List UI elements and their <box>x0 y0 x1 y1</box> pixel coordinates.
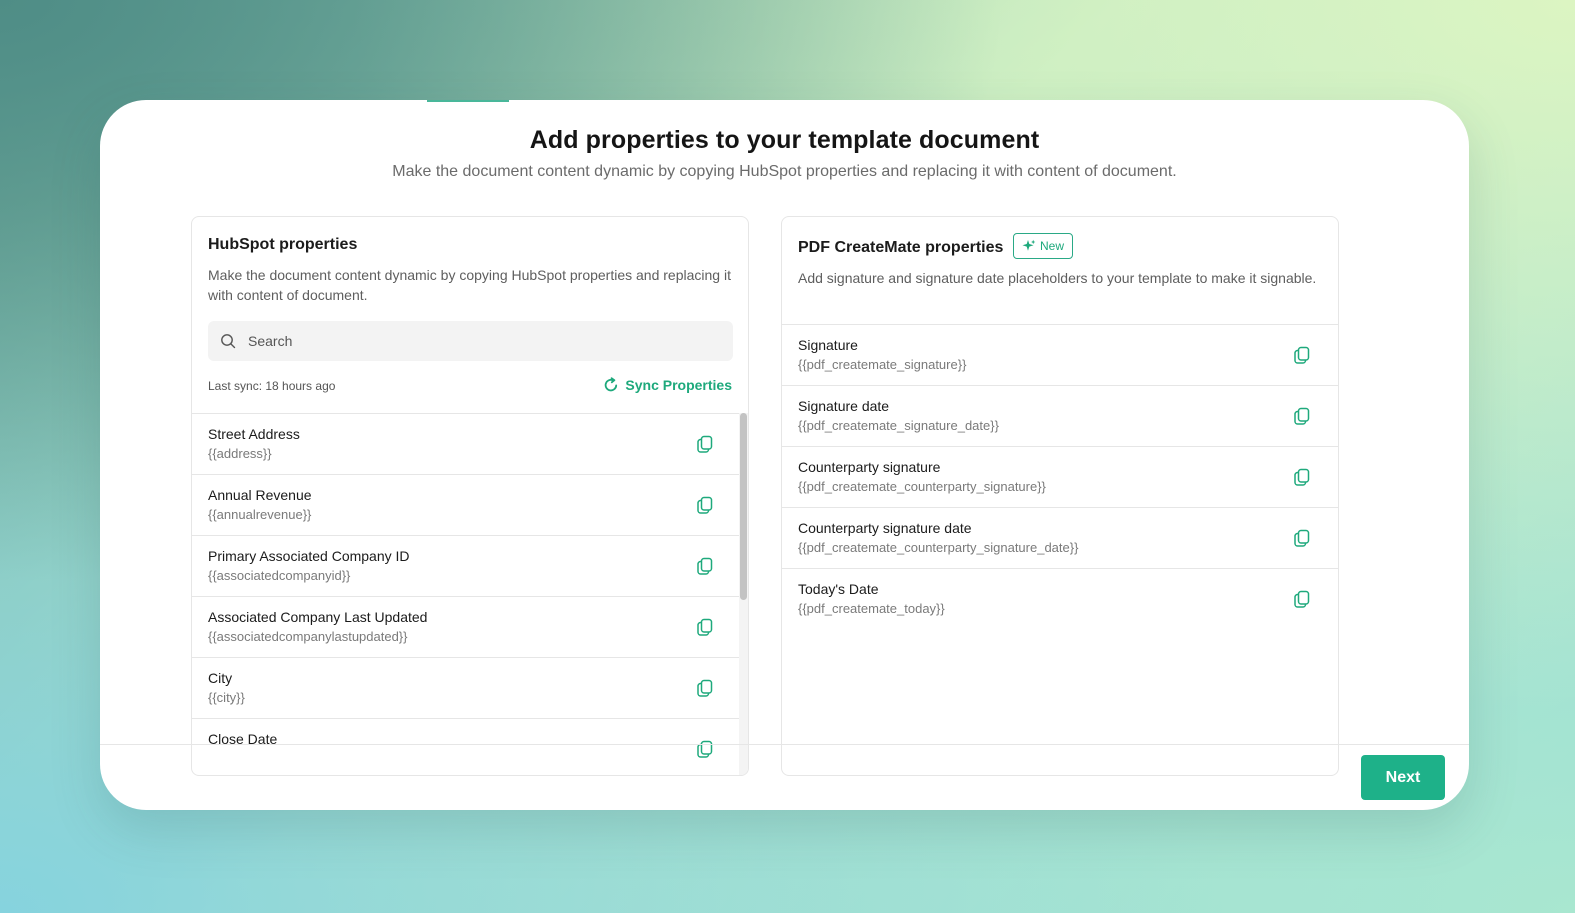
list-item: Signature date {{pdf_createmate_signatur… <box>782 386 1338 447</box>
property-token: {{pdf_createmate_counterparty_signature}… <box>798 479 1046 494</box>
sync-properties-label: Sync Properties <box>625 377 732 393</box>
refresh-icon <box>605 377 618 392</box>
hubspot-panel-description: Make the document content dynamic by cop… <box>208 267 731 303</box>
hubspot-panel-title: HubSpot properties <box>208 236 358 253</box>
property-token: {{associatedcompanyid}} <box>208 568 351 583</box>
footer-divider <box>100 744 1469 745</box>
last-sync-text: Last sync: 18 hours ago <box>208 379 336 393</box>
hubspot-properties-list: Street Address {{address}} Annual Revenu… <box>192 413 739 775</box>
property-label: Primary Associated Company ID <box>208 548 410 564</box>
property-token: {{pdf_createmate_today}} <box>798 601 945 616</box>
property-token: {{city}} <box>208 690 245 705</box>
copy-icon[interactable] <box>695 556 715 576</box>
copy-icon[interactable] <box>1292 589 1312 609</box>
new-badge-label: New <box>1040 239 1065 253</box>
wizard-card: Add properties to your template document… <box>100 100 1469 810</box>
pdf-createmate-properties-panel: PDF CreateMate properties New Add signat… <box>781 216 1339 776</box>
copy-icon[interactable] <box>1292 467 1312 487</box>
sparkle-icon <box>1022 239 1036 251</box>
property-label: Counterparty signature date <box>798 520 972 536</box>
copy-icon[interactable] <box>695 495 715 515</box>
list-item: Today's Date {{pdf_createmate_today}} <box>782 569 1338 630</box>
list-item: Counterparty signature {{pdf_createmate_… <box>782 447 1338 508</box>
property-label: Street Address <box>208 426 300 442</box>
property-label: City <box>208 670 233 686</box>
property-label: Associated Company Last Updated <box>208 609 428 625</box>
pdf-properties-list: Signature {{pdf_createmate_signature}} S… <box>782 324 1338 775</box>
property-token: {{pdf_createmate_counterparty_signature_… <box>798 540 1079 555</box>
list-item: Close Date <box>192 719 739 775</box>
list-item: Annual Revenue {{annualrevenue}} <box>192 475 739 536</box>
scrollbar-thumb[interactable] <box>740 413 747 600</box>
property-label: Today's Date <box>798 581 879 597</box>
property-token: {{address}} <box>208 446 272 461</box>
list-item: Signature {{pdf_createmate_signature}} <box>782 325 1338 386</box>
search-box <box>208 321 733 361</box>
list-item: City {{city}} <box>192 658 739 719</box>
copy-icon[interactable] <box>695 617 715 637</box>
list-item: Primary Associated Company ID {{associat… <box>192 536 739 597</box>
sync-properties-button[interactable]: Sync Properties <box>603 377 732 393</box>
copy-icon[interactable] <box>1292 406 1312 426</box>
new-badge: New <box>1013 233 1074 259</box>
property-token: {{annualrevenue}} <box>208 507 312 522</box>
copy-icon[interactable] <box>1292 528 1312 548</box>
list-item: Associated Company Last Updated {{associ… <box>192 597 739 658</box>
list-item: Street Address {{address}} <box>192 414 739 475</box>
property-label: Signature date <box>798 398 890 414</box>
list-item: Counterparty signature date {{pdf_create… <box>782 508 1338 569</box>
copy-icon[interactable] <box>1292 345 1312 365</box>
copy-icon[interactable] <box>695 678 715 698</box>
property-label: Annual Revenue <box>208 487 312 503</box>
page-subtitle: Make the document content dynamic by cop… <box>392 163 1177 180</box>
property-label: Signature <box>798 337 858 353</box>
property-label: Counterparty signature <box>798 459 941 475</box>
next-button[interactable]: Next <box>1361 755 1445 800</box>
search-icon <box>221 334 236 349</box>
property-token: {{associatedcompanylastupdated}} <box>208 629 408 644</box>
list-scrollbar[interactable] <box>739 413 748 775</box>
page-title: Add properties to your template document <box>529 126 1040 154</box>
copy-icon[interactable] <box>695 739 715 759</box>
step-progress-indicator <box>427 100 509 102</box>
copy-icon[interactable] <box>695 434 715 454</box>
pdf-panel-title: PDF CreateMate properties <box>798 239 1004 256</box>
property-token: {{pdf_createmate_signature_date}} <box>798 418 999 433</box>
hubspot-properties-panel: HubSpot properties Make the document con… <box>191 216 749 776</box>
pdf-panel-description: Add signature and signature date placeho… <box>798 270 1317 286</box>
property-token: {{pdf_createmate_signature}} <box>798 357 967 372</box>
search-input[interactable] <box>248 321 718 361</box>
